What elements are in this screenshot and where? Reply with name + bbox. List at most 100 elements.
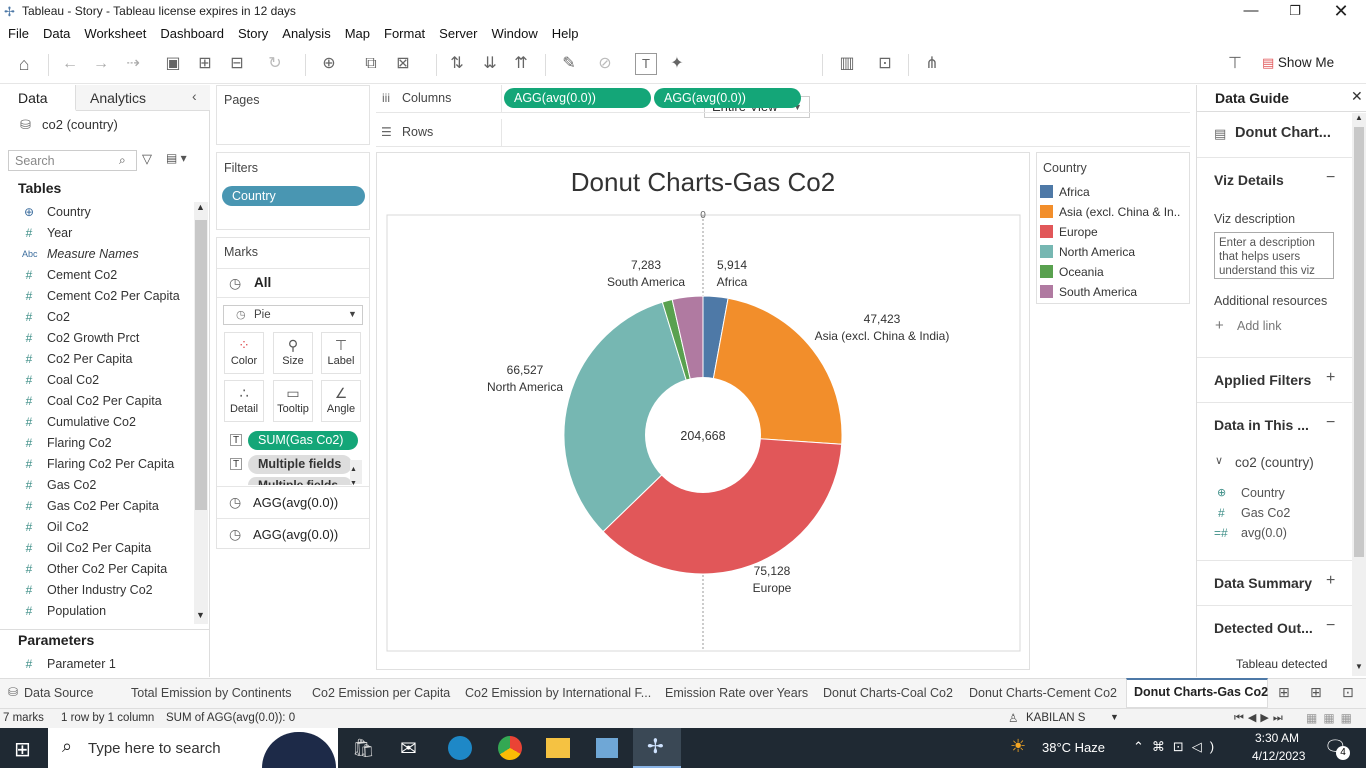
tab-analytics[interactable]: Analytics ‹ [76, 85, 210, 111]
sort-ascending-icon[interactable]: ⇊ [477, 52, 503, 76]
tab-sheet[interactable]: Emission Rate over Years [665, 679, 808, 708]
field-item[interactable]: # Co2 [0, 307, 190, 328]
menu-worksheet[interactable]: Worksheet [76, 24, 152, 41]
swap-rows-columns-icon[interactable]: ⇅ [444, 52, 470, 76]
chevron-down-icon[interactable]: ▼ [1110, 712, 1119, 722]
tab-data-source[interactable]: Data Source [24, 679, 93, 708]
new-worksheet-icon[interactable]: ⊕ [316, 52, 342, 76]
menu-server[interactable]: Server [431, 24, 483, 41]
marks-pill-sum-gas-co2[interactable]: SUM(Gas Co2) [248, 431, 358, 450]
clear-sheet-icon[interactable]: ⊠ [390, 52, 416, 76]
collapse-icon[interactable]: − [1326, 617, 1335, 635]
pin-icon[interactable]: ✦ [664, 52, 690, 76]
detected-outliers-heading[interactable]: Detected Out... [1214, 620, 1313, 636]
marks-all-row[interactable]: ◷ All [217, 268, 369, 298]
menu-format[interactable]: Format [376, 24, 431, 41]
redo-icon[interactable]: → [88, 52, 114, 76]
undo-icon[interactable]: ← [57, 52, 83, 76]
tab-sheet[interactable]: Donut Charts-Coal Co2 [823, 679, 953, 708]
view-options-icon[interactable]: ▤ ▾ [166, 151, 187, 165]
menu-map[interactable]: Map [337, 24, 376, 41]
field-item[interactable]: # Other Co2 Per Capita [0, 559, 190, 580]
marks-scrollbar[interactable]: ▲ ▼ [350, 460, 362, 487]
data-summary-heading[interactable]: Data Summary [1214, 575, 1312, 591]
field-item[interactable]: # Oil Co2 [0, 517, 190, 538]
filters-shelf[interactable]: Filters Country [216, 152, 370, 230]
user-name[interactable]: KABILAN S [1026, 712, 1085, 724]
field-item[interactable]: # Flaring Co2 [0, 433, 190, 454]
applied-filters-heading[interactable]: Applied Filters [1214, 372, 1311, 388]
file-explorer-icon[interactable] [546, 738, 570, 758]
pages-shelf[interactable]: Pages [216, 85, 370, 145]
save-icon[interactable]: ▣ [160, 52, 186, 76]
filter-pill-country[interactable]: Country [222, 186, 365, 206]
field-item[interactable]: ⊕ Country [0, 202, 190, 223]
scroll-up-icon[interactable]: ▲ [196, 202, 205, 212]
menu-data[interactable]: Data [35, 24, 76, 41]
mail-icon[interactable]: ✉ [400, 736, 417, 761]
field-item[interactable]: # Coal Co2 [0, 370, 190, 391]
field-item[interactable]: # Oil Co2 Per Capita [0, 538, 190, 559]
new-story-icon[interactable]: ⊡ [1342, 684, 1354, 701]
presentation-mode-icon[interactable]: ⊡ [872, 52, 898, 76]
pause-updates-icon[interactable]: ⊟ [224, 52, 250, 76]
guide-scrollbar[interactable]: ▲ ▼ [1352, 113, 1366, 676]
show-labels-icon[interactable]: T [635, 53, 657, 75]
field-item[interactable]: # Cumulative Co2 [0, 412, 190, 433]
group-icon[interactable]: ⊘ [592, 52, 618, 76]
field-item[interactable]: # Cement Co2 [0, 265, 190, 286]
detail-button[interactable]: ∴ Detail [224, 380, 264, 422]
tooltip-button[interactable]: ▭ Tooltip [273, 380, 313, 422]
field-item[interactable]: # Gas Co2 [0, 475, 190, 496]
field-item[interactable]: # Co2 Per Capita [0, 349, 190, 370]
field-item[interactable]: # Other Industry Co2 [0, 580, 190, 601]
parameter-item[interactable]: # Parameter 1 [0, 654, 190, 675]
close-icon[interactable]: ✕ [1351, 88, 1363, 105]
tab-sheet[interactable]: Co2 Emission by International F... [465, 679, 651, 708]
label-button[interactable]: ⊤ Label [321, 332, 361, 374]
field-item[interactable]: # Flaring Co2 Per Capita [0, 454, 190, 475]
new-datasource-icon[interactable]: ⊞ [192, 52, 218, 76]
add-link[interactable]: Add link [1237, 319, 1281, 333]
edge-icon[interactable] [448, 736, 472, 760]
menu-help[interactable]: Help [544, 24, 585, 41]
swap-icon[interactable]: ⇢ [120, 52, 146, 76]
menu-window[interactable]: Window [483, 24, 543, 41]
clock-time[interactable]: 3:30 AM [1255, 731, 1299, 745]
collapse-pane-icon[interactable]: ‹ [192, 88, 197, 104]
field-list-scrollbar[interactable]: ▲ ▼ [194, 202, 208, 624]
new-dashboard-icon[interactable]: ⊞ [1310, 684, 1322, 701]
marks-pill-multiple-fields-2[interactable]: Multiple fields [248, 477, 352, 485]
chevron-down-icon[interactable]: ∨ [1215, 454, 1223, 467]
data-in-this-heading[interactable]: Data in This ... [1214, 417, 1309, 433]
collapse-icon[interactable]: − [1326, 169, 1335, 187]
duplicate-icon[interactable]: ⧉ [358, 52, 384, 76]
tableau-taskbar-button[interactable]: ✢ [633, 728, 681, 768]
weather-text[interactable]: 38°C Haze [1042, 740, 1105, 755]
search-input[interactable]: Search ⌕ [8, 150, 137, 171]
tab-data[interactable]: Data [0, 85, 76, 111]
refresh-icon[interactable]: ↻ [262, 52, 288, 76]
menu-file[interactable]: File [0, 24, 35, 41]
close-window-icon[interactable]: ✕ [1318, 0, 1364, 24]
expand-icon[interactable]: + [1326, 369, 1335, 387]
presentation-bars-icon[interactable]: ▥ [834, 52, 860, 76]
tab-sheet[interactable]: Total Emission by Continents [131, 679, 292, 708]
tab-active-sheet[interactable]: Donut Charts-Gas Co2 [1126, 678, 1268, 708]
field-item[interactable]: # Cement Co2 Per Capita [0, 286, 190, 307]
marks-agg-row-2[interactable]: ◷ AGG(avg(0.0)) [217, 518, 369, 549]
store-icon[interactable]: 🛍 [352, 738, 375, 759]
marks-pill-multiple-fields[interactable]: Multiple fields [248, 455, 352, 474]
scroll-down-icon[interactable]: ▼ [196, 610, 205, 620]
sort-descending-icon[interactable]: ⇈ [508, 52, 534, 76]
column-pill-2[interactable]: AGG(avg(0.0)) [654, 88, 801, 108]
menu-dashboard[interactable]: Dashboard [152, 24, 230, 41]
viz-details-heading[interactable]: Viz Details [1214, 172, 1284, 188]
sheet-nav-icons[interactable]: ⏮◀▶⏭ [1234, 711, 1287, 725]
color-button[interactable]: ⁘ Color [224, 332, 264, 374]
field-item[interactable]: # Co2 Growth Prct [0, 328, 190, 349]
highlight-icon[interactable]: ✎ [556, 52, 582, 76]
field-item[interactable]: # Coal Co2 Per Capita [0, 391, 190, 412]
expand-icon[interactable]: + [1326, 572, 1335, 590]
columns-shelf[interactable]: iii Columns AGG(avg(0.0)) AGG(avg(0.0)) [376, 85, 1190, 113]
